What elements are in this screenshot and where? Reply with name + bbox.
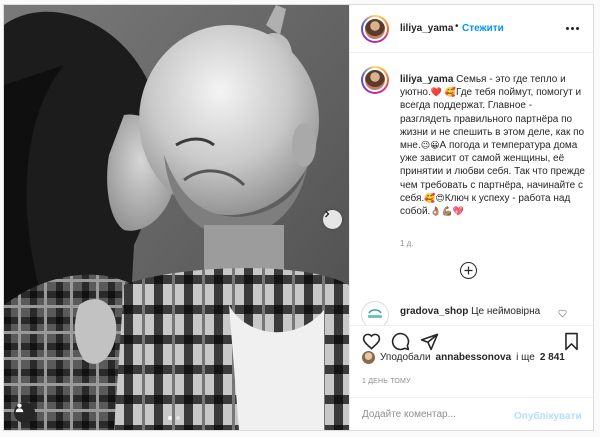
comments-section: liliya_yama Семья - это где тепло и уютн… <box>350 53 593 325</box>
caption-timestamp: 1 д. <box>400 239 414 248</box>
liker-username[interactable]: annabessonova <box>436 352 512 363</box>
wink-grin-emoji: 😉😀 <box>420 140 440 151</box>
comment-input[interactable] <box>362 406 512 422</box>
publish-button[interactable]: Опублікувати <box>514 411 582 422</box>
post-date: 1 ДЕНЬ ТОМУ <box>362 378 411 385</box>
post-caption: liliya_yama Семья - это где тепло и уютн… <box>400 73 585 218</box>
commenter-avatar[interactable] <box>361 301 389 325</box>
load-more-comments-button[interactable] <box>460 262 477 279</box>
instagram-post: liliya_yama • Стежити liliya_yama Семья … <box>3 4 594 431</box>
carousel-dot <box>168 416 172 420</box>
comment-like-icon[interactable] <box>558 309 567 318</box>
tagged-users-button[interactable] <box>14 402 35 423</box>
next-slide-button[interactable] <box>323 210 342 229</box>
comment-text: Це неймовірна <box>471 306 541 317</box>
comment-username[interactable]: gradova_shop <box>400 306 468 317</box>
likes-count[interactable]: 2 841 <box>540 352 565 363</box>
shop-logo-icon <box>368 309 382 318</box>
plus-icon <box>464 266 473 275</box>
likes-middle: і ще <box>516 352 535 363</box>
post-details-pane: liliya_yama • Стежити liliya_yama Семья … <box>349 5 593 430</box>
post-photo[interactable] <box>4 5 349 430</box>
liker-avatar[interactable] <box>362 351 375 364</box>
add-comment-bar: Опублікувати <box>350 397 593 430</box>
comment-item: gradova_shop Це неймовірна <box>400 305 565 318</box>
likes-summary: Уподобали annabessonova і ще 2 841 <box>362 351 587 364</box>
comment-icon[interactable] <box>391 332 410 351</box>
carousel-dot <box>176 416 180 420</box>
likes-prefix: Уподобали <box>380 352 431 363</box>
post-header: liliya_yama • Стежити <box>350 5 593 53</box>
author-avatar[interactable] <box>361 15 389 43</box>
ok-muscle-heart-emoji: 👌🏽💪🏽💖 <box>430 206 464 217</box>
follow-button[interactable]: Стежити <box>462 23 504 34</box>
couple-photo-image <box>4 5 349 430</box>
caption-author-avatar[interactable] <box>361 66 389 94</box>
header-separator: • <box>455 21 459 32</box>
chevron-right-icon <box>325 210 330 218</box>
heart-emoji: ❤️ <box>430 87 442 98</box>
bookmark-icon[interactable] <box>563 332 580 351</box>
caption-username[interactable]: liliya_yama <box>400 74 453 85</box>
author-username[interactable]: liliya_yama <box>400 23 453 34</box>
heart-icon[interactable] <box>362 332 381 351</box>
hearts-eyes-emoji: 🥰😍 <box>424 192 445 203</box>
more-horizontal-icon[interactable] <box>566 27 579 30</box>
user-tag-icon <box>15 403 24 413</box>
carousel-indicator <box>168 416 180 420</box>
share-icon[interactable] <box>420 332 439 351</box>
smiling-hearts-emoji: 🥰 <box>444 87 456 98</box>
